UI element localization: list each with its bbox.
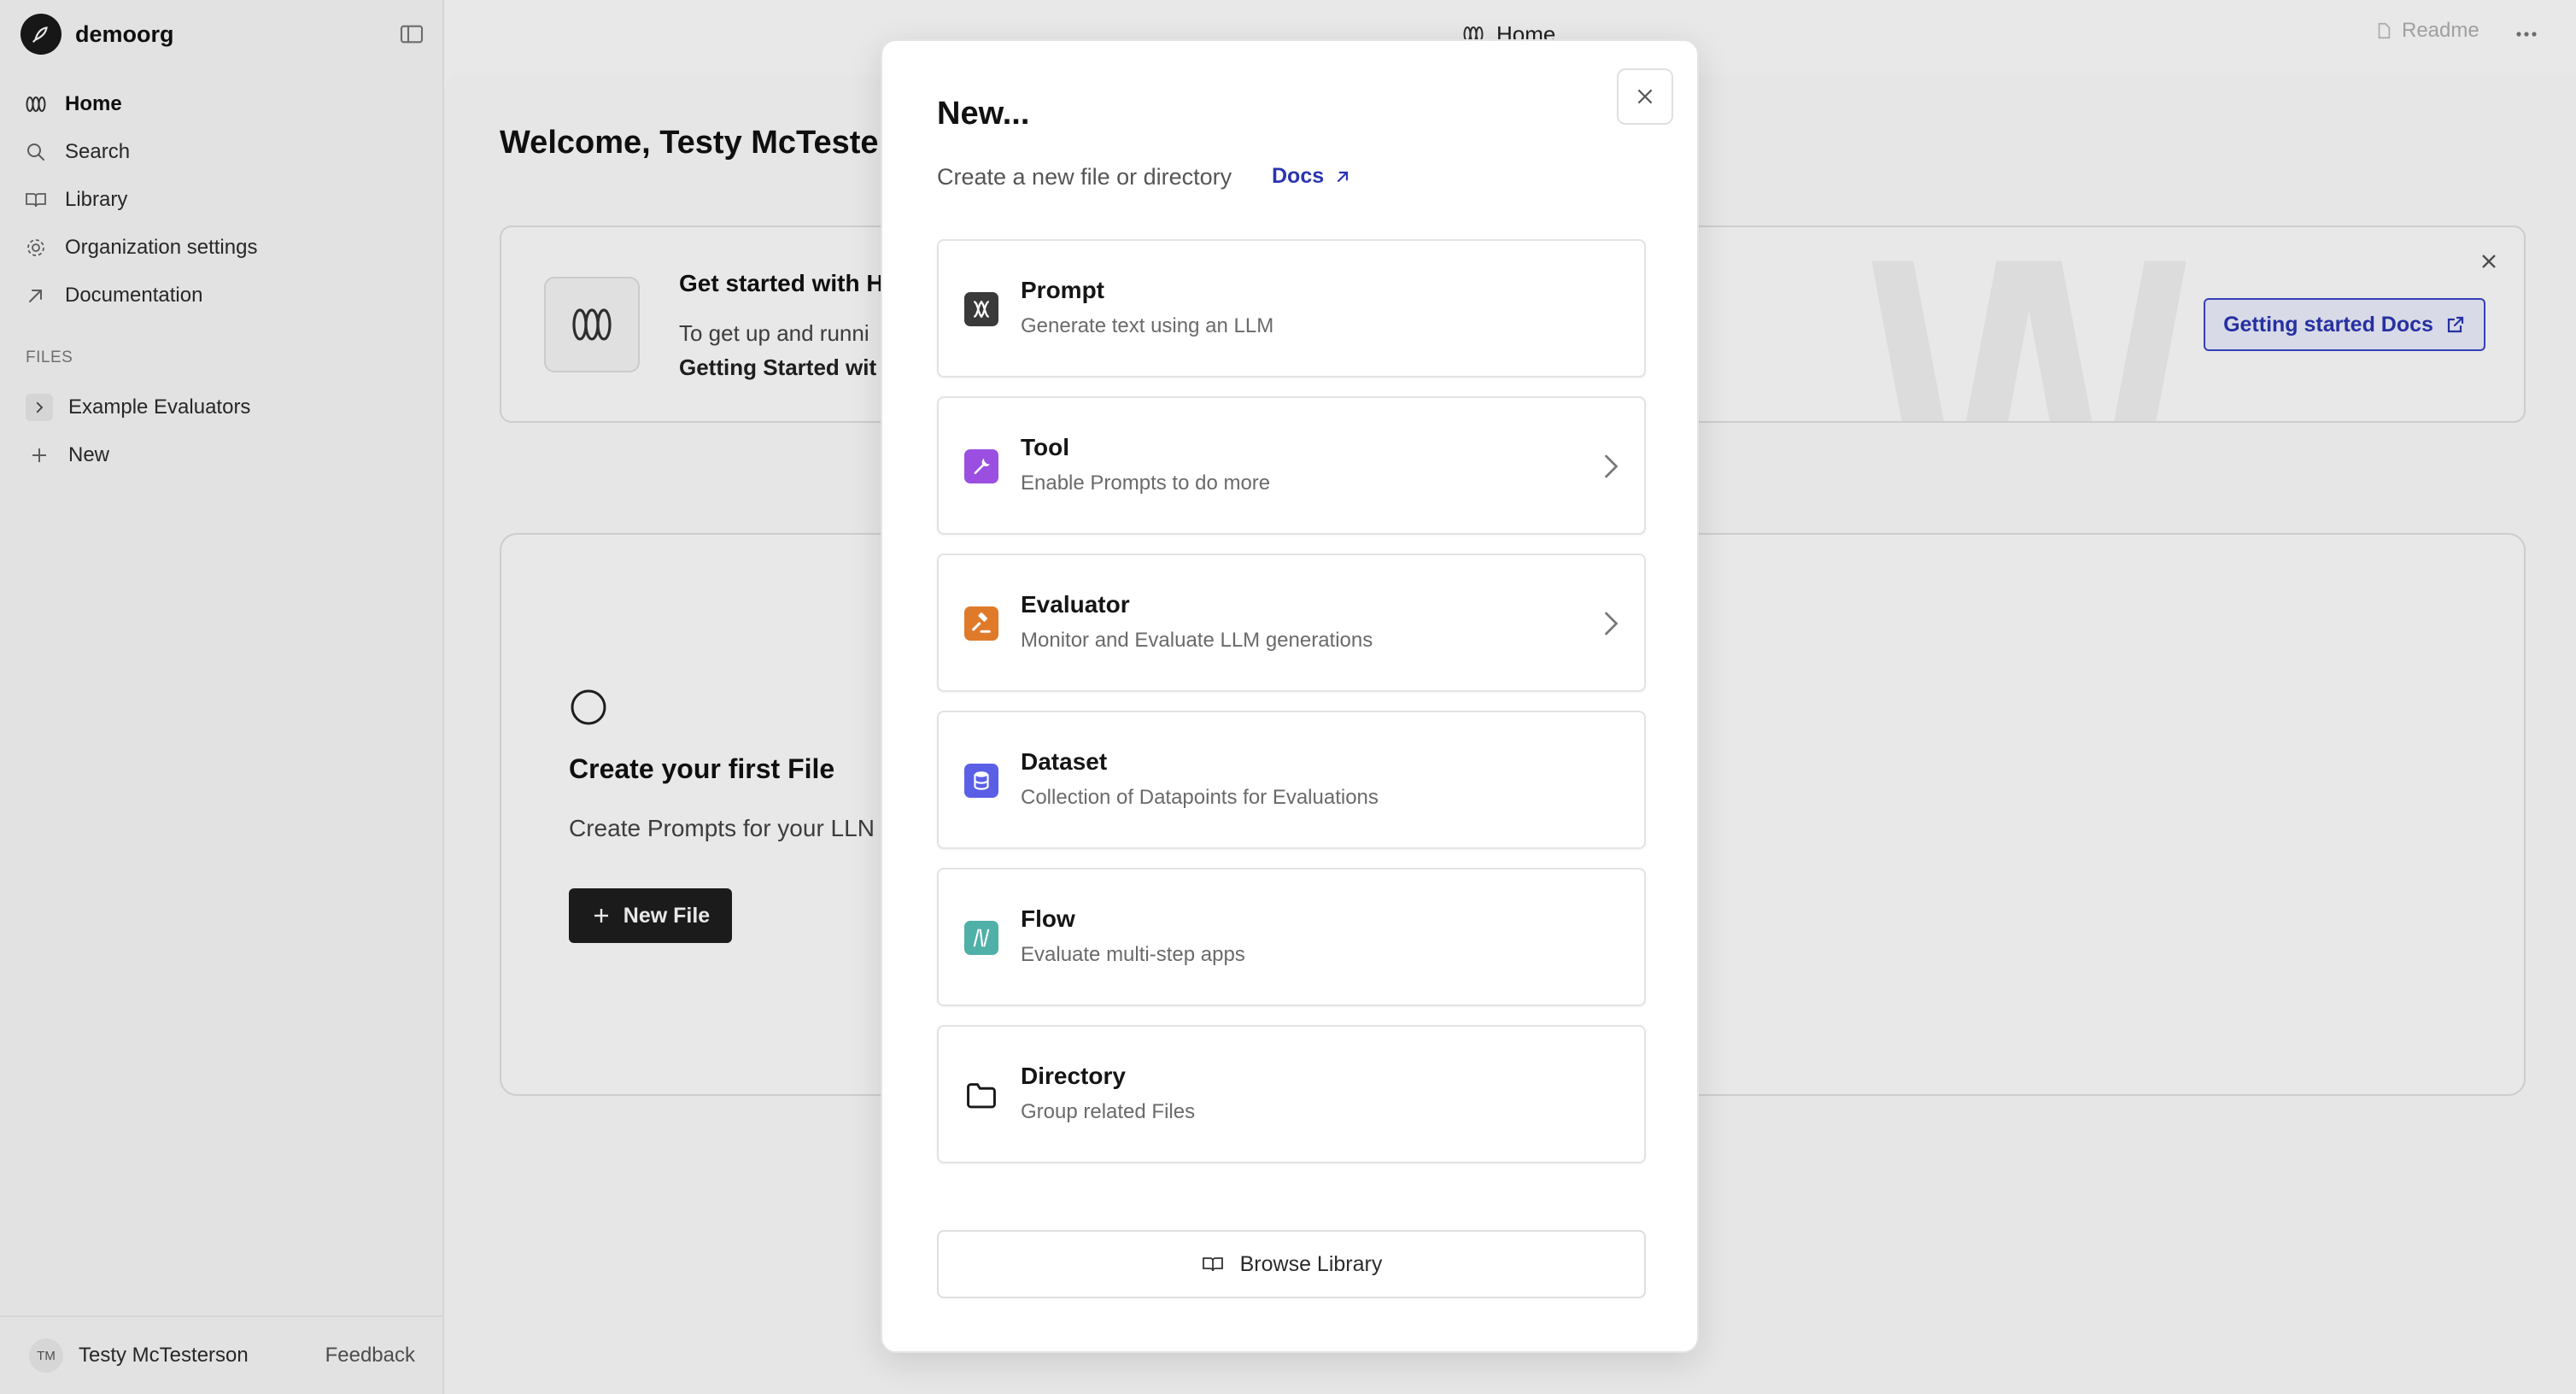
flow-icon [964,921,998,955]
modal-title: New... [937,96,1030,132]
option-tool[interactable]: Tool Enable Prompts to do more [937,396,1646,535]
option-description: Enable Prompts to do more [1021,472,1271,495]
option-description: Collection of Datapoints for Evaluations [1021,786,1379,809]
option-description: Generate text using an LLM [1021,314,1274,337]
database-icon [964,764,998,798]
docs-link-label: Docs [1272,164,1325,188]
option-title: Dataset [1021,748,1108,775]
option-title: Tool [1021,434,1070,460]
new-file-modal: New... Create a new file or directory Do… [881,39,1699,1353]
option-title: Flow [1021,905,1075,932]
chevron-right-icon [1605,612,1619,636]
browse-library-label: Browse Library [1239,1251,1383,1276]
option-flow[interactable]: Flow Evaluate multi-step apps [937,868,1646,1006]
prompt-icon [964,292,998,326]
option-directory[interactable]: Directory Group related Files [937,1025,1646,1163]
file-type-options: Prompt Generate text using an LLM Tool E… [937,239,1646,1182]
option-description: Evaluate multi-step apps [1021,943,1245,966]
book-icon [1202,1257,1223,1272]
browse-library-button[interactable]: Browse Library [937,1230,1646,1298]
wrench-icon [964,449,998,483]
chevron-right-icon [1605,454,1619,478]
option-title: Evaluator [1021,591,1130,618]
option-title: Prompt [1021,277,1104,303]
folder-icon [964,1078,998,1112]
option-prompt[interactable]: Prompt Generate text using an LLM [937,239,1646,378]
arrow-up-right-icon [1338,171,1349,182]
modal-subtitle: Create a new file or directory [937,164,1232,190]
close-icon [1637,89,1653,104]
gavel-icon [964,606,998,641]
option-evaluator[interactable]: Evaluator Monitor and Evaluate LLM gener… [937,554,1646,692]
modal-close-button[interactable] [1617,68,1673,125]
option-description: Monitor and Evaluate LLM generations [1021,629,1373,652]
option-description: Group related Files [1021,1100,1196,1123]
option-dataset[interactable]: Dataset Collection of Datapoints for Eva… [937,711,1646,849]
docs-link[interactable]: Docs [1272,164,1351,189]
option-title: Directory [1021,1063,1126,1089]
